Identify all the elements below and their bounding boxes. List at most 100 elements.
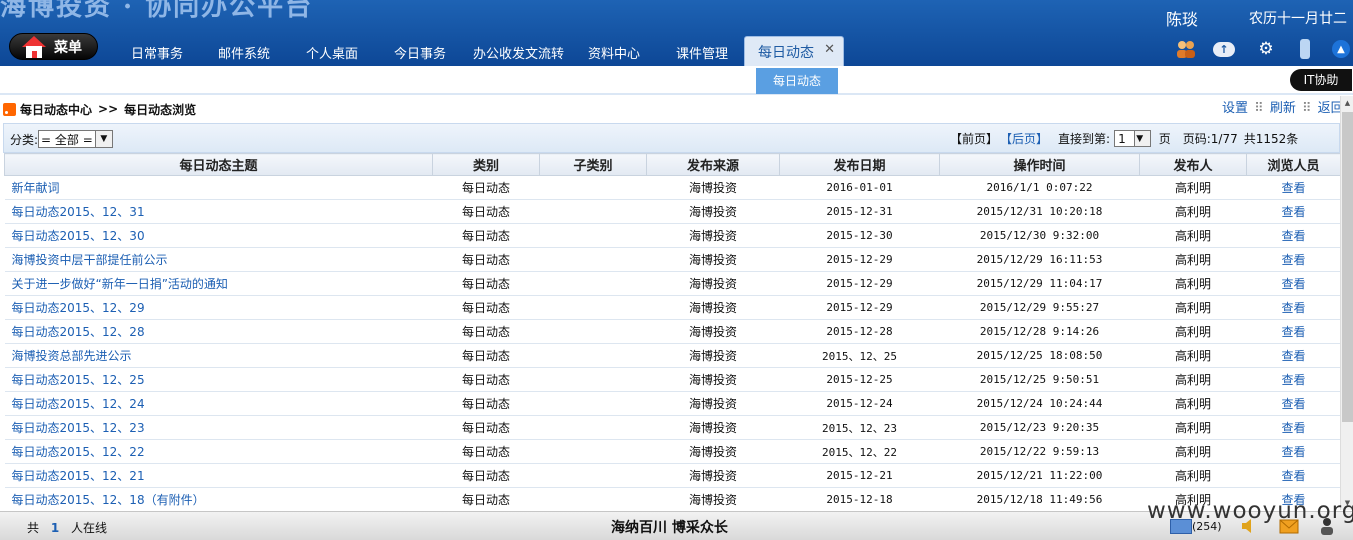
- cell-operation-time: 2015/12/31 10:20:18: [939, 199, 1140, 224]
- page-select[interactable]: 1 ▼: [1114, 130, 1151, 147]
- column-header-category[interactable]: 类别: [432, 153, 540, 176]
- gear-icon[interactable]: ⚙: [1255, 38, 1277, 60]
- cell-title[interactable]: 每日动态2015、12、22: [4, 439, 433, 464]
- cell-title[interactable]: 每日动态2015、12、28: [4, 319, 433, 344]
- cell-title[interactable]: 新年献词: [4, 175, 433, 200]
- tab-daily-news[interactable]: 每日动态 ✕: [744, 36, 844, 66]
- cell-title[interactable]: 海博投资总部先进公示: [4, 343, 433, 368]
- cell-viewers[interactable]: 查看: [1246, 175, 1341, 200]
- cell-source: 海博投资: [646, 367, 780, 392]
- cell-publisher: 高利明: [1139, 463, 1247, 488]
- category-select[interactable]: = 全部 = ▼: [38, 130, 113, 148]
- cell-subcategory: [539, 199, 647, 224]
- table-row: 海博投资总部先进公示 每日动态 海博投资 2015、12、25 2015/12/25 1…: [4, 343, 1341, 368]
- cell-viewers[interactable]: 查看: [1246, 391, 1341, 416]
- cell-publisher: 高利明: [1139, 367, 1247, 392]
- menu-button[interactable]: 菜单: [9, 33, 98, 60]
- nav-item-resource-center[interactable]: 资料中心: [588, 43, 640, 62]
- cell-publish-date: 2015、12、22: [779, 439, 940, 464]
- cell-category: 每日动态: [432, 223, 540, 248]
- vertical-scrollbar[interactable]: ▲ ▼: [1340, 96, 1353, 510]
- cell-viewers[interactable]: 查看: [1246, 319, 1341, 344]
- table-row: 每日动态2015、12、21 每日动态 海博投资 2015-12-21 2015/12/…: [4, 463, 1341, 488]
- sub-nav-bar: [0, 66, 1353, 95]
- cell-viewers[interactable]: 查看: [1246, 415, 1341, 440]
- team-icon[interactable]: [1175, 38, 1197, 60]
- column-header-publisher[interactable]: 发布人: [1139, 153, 1247, 176]
- cell-title[interactable]: 每日动态2015、12、18（有附件）: [4, 487, 433, 512]
- nav-item-courseware[interactable]: 课件管理: [676, 43, 728, 62]
- scroll-up-icon[interactable]: ▲: [1341, 96, 1353, 110]
- cell-subcategory: [539, 367, 647, 392]
- upload-cloud-icon[interactable]: ↑: [1213, 38, 1235, 60]
- cell-title[interactable]: 海博投资中层干部提任前公示: [4, 247, 433, 272]
- column-header-subcategory[interactable]: 子类别: [539, 153, 647, 176]
- cell-viewers[interactable]: 查看: [1246, 295, 1341, 320]
- cell-viewers[interactable]: 查看: [1246, 247, 1341, 272]
- scrollbar-thumb[interactable]: [1342, 112, 1353, 422]
- cell-title[interactable]: 每日动态2015、12、30: [4, 223, 433, 248]
- close-icon[interactable]: ✕: [824, 42, 835, 57]
- settings-link[interactable]: 设置: [1222, 101, 1248, 116]
- cell-publish-date: 2015、12、25: [779, 343, 940, 368]
- cell-subcategory: [539, 415, 647, 440]
- cell-viewers[interactable]: 查看: [1246, 199, 1341, 224]
- page-select-value: 1: [1118, 131, 1126, 146]
- nav-item-document-flow[interactable]: 办公收发文流转: [473, 43, 564, 62]
- cell-operation-time: 2015/12/29 11:04:17: [939, 271, 1140, 296]
- nav-item-today-affairs[interactable]: 今日事务: [394, 43, 446, 62]
- separator: ⠿: [1254, 101, 1264, 116]
- page-unit: 页: [1158, 132, 1171, 146]
- cell-viewers[interactable]: 查看: [1246, 271, 1341, 296]
- category-label: 分类:: [10, 132, 39, 147]
- cell-viewers[interactable]: 查看: [1246, 463, 1341, 488]
- cell-subcategory: [539, 271, 647, 296]
- nav-item-daily-affairs[interactable]: 日常事务: [131, 43, 183, 62]
- column-header-publish-date[interactable]: 发布日期: [779, 153, 940, 176]
- refresh-link[interactable]: 刷新: [1270, 101, 1296, 116]
- cell-viewers[interactable]: 查看: [1246, 343, 1341, 368]
- column-header-title[interactable]: 每日动态主题: [4, 153, 433, 176]
- cell-viewers[interactable]: 查看: [1246, 367, 1341, 392]
- nav-item-personal-desktop[interactable]: 个人桌面: [306, 43, 358, 62]
- nav-item-mail-system[interactable]: 邮件系统: [218, 43, 270, 62]
- cell-publish-date: 2015-12-29: [779, 295, 940, 320]
- cell-title[interactable]: 每日动态2015、12、23: [4, 415, 433, 440]
- cell-category: 每日动态: [432, 271, 540, 296]
- cell-title[interactable]: 每日动态2015、12、29: [4, 295, 433, 320]
- cell-category: 每日动态: [432, 343, 540, 368]
- table-header-row: 每日动态主题 类别 子类别 发布来源 发布日期 操作时间 发布人 浏览人员: [4, 153, 1341, 176]
- column-header-operation-time[interactable]: 操作时间: [939, 153, 1140, 176]
- subtab-daily-news[interactable]: 每日动态: [756, 68, 838, 94]
- cell-source: 海博投资: [646, 319, 780, 344]
- cell-title[interactable]: 每日动态2015、12、31: [4, 199, 433, 224]
- cell-publish-date: 2015-12-21: [779, 463, 940, 488]
- cell-title[interactable]: 关于进一步做好“新年一日捐”活动的通知: [4, 271, 433, 296]
- cell-publish-date: 2015-12-29: [779, 271, 940, 296]
- online-users: 共 1 人在线: [27, 519, 107, 536]
- cell-publish-date: 2015-12-30: [779, 223, 940, 248]
- it-help-button[interactable]: IT协助: [1290, 69, 1352, 91]
- collapse-up-icon[interactable]: ▲: [1330, 38, 1352, 60]
- key-icon[interactable]: [1294, 38, 1316, 60]
- cell-title[interactable]: 每日动态2015、12、21: [4, 463, 433, 488]
- cell-subcategory: [539, 343, 647, 368]
- cell-publisher: 高利明: [1139, 439, 1247, 464]
- category-select-value: = 全部 =: [41, 132, 93, 147]
- cell-publish-date: 2015-12-29: [779, 247, 940, 272]
- home-icon: [22, 35, 46, 58]
- cell-publisher: 高利明: [1139, 391, 1247, 416]
- cell-viewers[interactable]: 查看: [1246, 223, 1341, 248]
- prev-page-link[interactable]: 【前页】: [950, 130, 998, 147]
- cell-viewers[interactable]: 查看: [1246, 439, 1341, 464]
- table-row: 每日动态2015、12、22 每日动态 海博投资 2015、12、22 2015/12/…: [4, 439, 1341, 464]
- next-page-link[interactable]: 【后页】: [1000, 130, 1048, 147]
- breadcrumb: 每日动态中心 >> 每日动态浏览: [3, 99, 1340, 119]
- online-prefix: 共: [27, 521, 40, 535]
- cell-title[interactable]: 每日动态2015、12、25: [4, 367, 433, 392]
- online-count[interactable]: 1: [51, 521, 59, 535]
- column-header-viewers[interactable]: 浏览人员: [1246, 153, 1341, 176]
- footer-slogan: 海纳百川 博采众长: [611, 520, 728, 536]
- column-header-source[interactable]: 发布来源: [646, 153, 780, 176]
- cell-title[interactable]: 每日动态2015、12、24: [4, 391, 433, 416]
